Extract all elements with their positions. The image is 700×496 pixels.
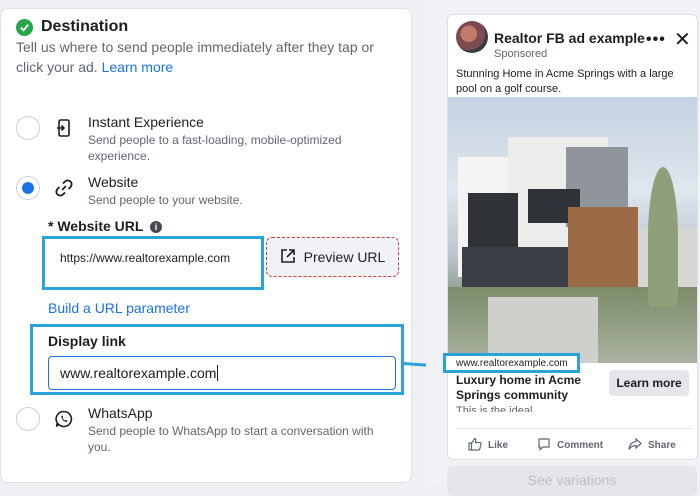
website-url-label: * Website URL i [48,218,163,234]
learn-more-link[interactable]: Learn more [102,59,174,75]
see-variations-button[interactable]: See variations [447,466,697,496]
ad-description: This is the ideal... [456,405,542,412]
share-icon [628,437,642,454]
build-url-parameter-link[interactable]: Build a URL parameter [48,300,190,316]
info-icon[interactable]: i [150,221,163,233]
page-avatar [456,21,488,53]
link-icon [54,178,74,198]
radio-whatsapp[interactable] [16,407,40,431]
like-button[interactable]: Like [468,437,508,454]
display-link-label: Display link [48,333,126,349]
website-url-field[interactable]: https://www.realtorexample.com [42,236,264,290]
option-sub: Send people to WhatsApp to start a conve… [88,424,374,454]
external-link-icon [280,248,296,267]
share-button[interactable]: Share [628,437,676,454]
option-label: WhatsApp [88,405,153,421]
website-url-value[interactable]: https://www.realtorexample.com [60,250,250,266]
destination-title: Destination [41,18,129,35]
radio-instant-experience[interactable] [16,116,40,140]
display-link-input[interactable]: www.realtorexample.com [48,356,396,390]
divider [456,428,691,429]
comment-icon [537,437,551,454]
preview-url-button[interactable]: Preview URL [266,237,399,277]
ad-display-url: www.realtorexample.com [456,358,568,369]
destination-header: Destination [16,18,128,36]
sponsored-label: Sponsored [494,48,548,60]
ad-image-house [448,97,697,363]
ad-display-url-highlight: www.realtorexample.com [443,353,580,373]
text-caret [217,365,219,381]
option-label: Instant Experience [88,114,204,130]
thumbs-up-icon [468,437,482,454]
check-circle-icon [16,18,33,36]
learn-more-button[interactable]: Learn more [609,370,689,396]
comment-button[interactable]: Comment [537,437,603,454]
close-icon[interactable]: ✕ [674,27,691,52]
option-sub: Send people to a fast-loading, mobile-op… [88,133,342,163]
option-sub: Send people to your website. [88,193,243,207]
whatsapp-icon [54,409,74,429]
more-options-icon[interactable]: ••• [646,31,666,49]
ad-primary-text: Stunning Home in Acme Springs with a lar… [456,68,674,95]
radio-website[interactable] [16,176,40,200]
page-name: Realtor FB ad example [494,30,645,46]
ad-headline: Luxury home in Acme Springs community [456,373,581,402]
option-label: Website [88,174,139,190]
destination-description: Tell us where to send people immediately… [16,39,374,75]
instant-experience-icon [54,118,74,138]
